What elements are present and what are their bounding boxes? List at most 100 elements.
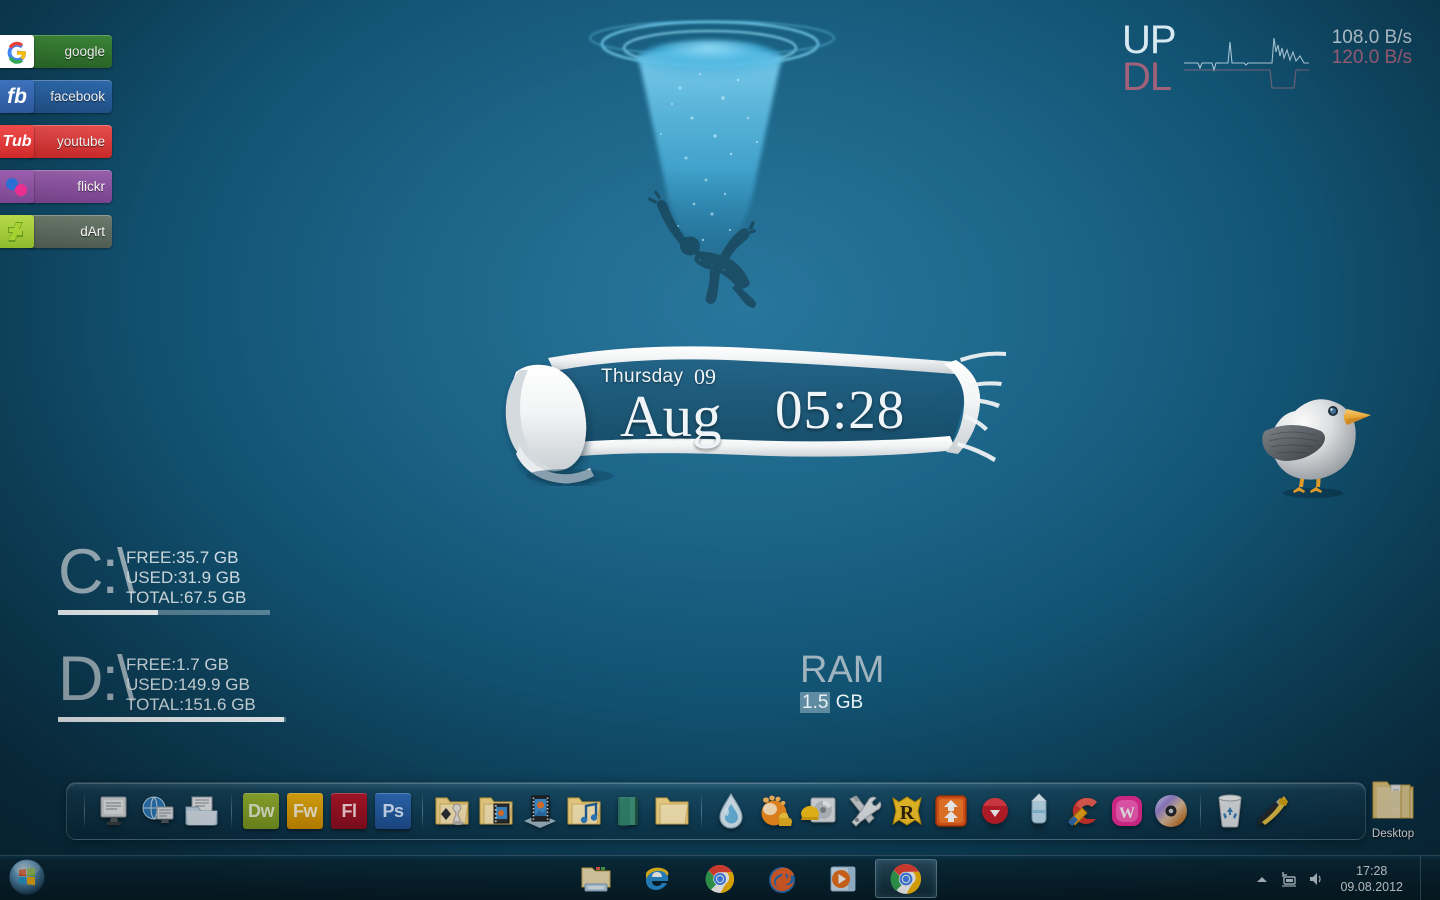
network-tray-icon[interactable] [1280, 870, 1298, 888]
dreamweaver-icon[interactable]: Dw [239, 788, 283, 834]
taskbar-item-file-explorer[interactable] [565, 859, 627, 898]
dock-separator [84, 792, 85, 830]
dock-separator [701, 792, 702, 830]
drive-d-used: USED:149.9 GB [126, 675, 250, 694]
clock-time: 05:28 [775, 379, 906, 440]
network-monitor-labels: UP DL [1122, 18, 1177, 99]
show-hidden-icons-arrow[interactable] [1253, 870, 1271, 888]
recycle-bin-icon[interactable] [1208, 788, 1252, 834]
social-link-youtube-label: youtube [28, 125, 112, 158]
taskbar-item-chrome-window[interactable] [875, 859, 937, 898]
social-link-youtube[interactable]: Tub youtube [0, 125, 112, 158]
ram-widget: RAM 1.5 GB [800, 650, 884, 714]
svg-text:W: W [1119, 805, 1135, 822]
flickr-icon [0, 170, 34, 203]
system-tray[interactable]: 17:28 09.08.2012 [1253, 856, 1436, 900]
documents-icon[interactable] [180, 788, 224, 834]
social-link-deviantart-label: dArt [28, 215, 112, 248]
taskbar-time: 17:28 [1356, 863, 1388, 878]
desktop-root[interactable]: google fb facebook Tub youtube flickr dA… [0, 0, 1440, 900]
water-drop-icon[interactable] [709, 788, 753, 834]
social-link-google[interactable]: google [0, 35, 112, 68]
network-download-label: DL [1122, 54, 1172, 99]
drive-c-usage-bar [58, 610, 270, 615]
bird-widget[interactable] [1255, 375, 1373, 500]
google-icon [0, 35, 34, 68]
videos-folder-icon[interactable] [474, 788, 518, 834]
disk-utility-icon[interactable] [797, 788, 841, 834]
wallpaper-diver-art [560, 8, 860, 308]
volume-tray-icon[interactable] [1307, 870, 1325, 888]
network-upload-value: 108.0 B/s [1331, 27, 1412, 48]
fireworks-label: Fw [287, 793, 323, 829]
dock-separator [231, 792, 232, 830]
photoshop-icon[interactable]: Ps [371, 788, 415, 834]
network-graph [1184, 30, 1309, 97]
network-download-value: 120.0 B/s [1331, 46, 1412, 68]
network-icon[interactable] [136, 788, 180, 834]
network-upload-label: UP [1122, 18, 1177, 62]
rockstar-r-icon[interactable]: R [885, 788, 929, 834]
show-desktop-button[interactable] [1420, 856, 1430, 900]
social-links-panel: google fb facebook Tub youtube flickr dA… [0, 35, 112, 260]
start-button[interactable] [8, 858, 46, 896]
photoshop-label: Ps [375, 793, 411, 829]
flash-label: Fl [331, 793, 367, 829]
disc-icon[interactable] [1149, 788, 1193, 834]
book-icon[interactable] [606, 788, 650, 834]
dreamweaver-label: Dw [243, 793, 279, 829]
taskbar-item-chrome[interactable] [689, 859, 751, 898]
taskbar-item-media-player[interactable] [813, 859, 875, 898]
social-link-google-label: google [28, 35, 112, 68]
drive-c-total: TOTAL:67.5 GB [126, 588, 247, 607]
ram-unit: GB [835, 692, 864, 713]
download-manager-icon[interactable] [929, 788, 973, 834]
taskbar-clock[interactable]: 17:28 09.08.2012 [1334, 863, 1409, 895]
social-link-facebook[interactable]: fb facebook [0, 80, 112, 113]
taskbar-item-firefox[interactable] [751, 859, 813, 898]
desktop-folder-icon [1372, 781, 1414, 819]
application-dock[interactable]: Dw Fw Fl Ps R W [66, 782, 1366, 840]
windows-taskbar[interactable]: 17:28 09.08.2012 [0, 855, 1440, 900]
network-monitor-values: 108.0 B/s 120.0 B/s [1332, 28, 1412, 68]
ram-value-row: 1.5 GB [800, 692, 884, 714]
my-computer-icon[interactable] [92, 788, 136, 834]
flash-icon[interactable]: Fl [327, 788, 371, 834]
taskbar-date: 09.08.2012 [1340, 879, 1403, 894]
dock-separator [422, 792, 423, 830]
ram-value: 1.5 [800, 692, 831, 713]
social-link-facebook-label: facebook [28, 80, 112, 113]
games-folder-icon[interactable] [430, 788, 474, 834]
youtube-icon: Tub [0, 125, 34, 158]
taskbar-item-internet-explorer[interactable] [627, 859, 689, 898]
network-monitor-widget: UP DL 108.0 B/s 120.0 B/s [1122, 18, 1412, 100]
facebook-icon: fb [0, 80, 34, 113]
fireworks-icon[interactable]: Fw [283, 788, 327, 834]
drive-d-stats: FREE:1.7 GB USED:149.9 GB TOTAL:151.6 GB [126, 655, 256, 715]
winamp-w-icon[interactable]: W [1105, 788, 1149, 834]
deviantart-icon [0, 215, 34, 248]
drive-c-stats: FREE:35.7 GB USED:31.9 GB TOTAL:67.5 GB [126, 548, 246, 608]
ccleaner-icon[interactable] [1061, 788, 1105, 834]
plain-folder-icon[interactable] [650, 788, 694, 834]
social-link-deviantart[interactable]: dArt [0, 215, 112, 248]
social-link-flickr[interactable]: flickr [0, 170, 112, 203]
desktop-folder-shortcut[interactable]: Desktop [1363, 778, 1423, 840]
drive-c-letter: C:\ [58, 537, 135, 607]
dock-separator [1200, 792, 1201, 830]
svg-text:R: R [900, 802, 915, 824]
red-download-icon[interactable] [973, 788, 1017, 834]
drive-d-total: TOTAL:151.6 GB [126, 695, 256, 714]
clock-month: Aug [620, 383, 722, 449]
music-folder-icon[interactable] [562, 788, 606, 834]
drive-c-used: USED:31.9 GB [126, 568, 241, 587]
tools-icon[interactable] [841, 788, 885, 834]
media-photo-icon[interactable] [518, 788, 562, 834]
desktop-folder-label: Desktop [1371, 828, 1415, 840]
gom-player-icon[interactable] [753, 788, 797, 834]
ram-title: RAM [800, 649, 885, 691]
settings-tools-icon[interactable] [1252, 788, 1296, 834]
taskbar-pinned-items[interactable] [565, 858, 937, 899]
usb-eraser-icon[interactable] [1017, 788, 1061, 834]
drive-c-free: FREE:35.7 GB [126, 548, 239, 567]
